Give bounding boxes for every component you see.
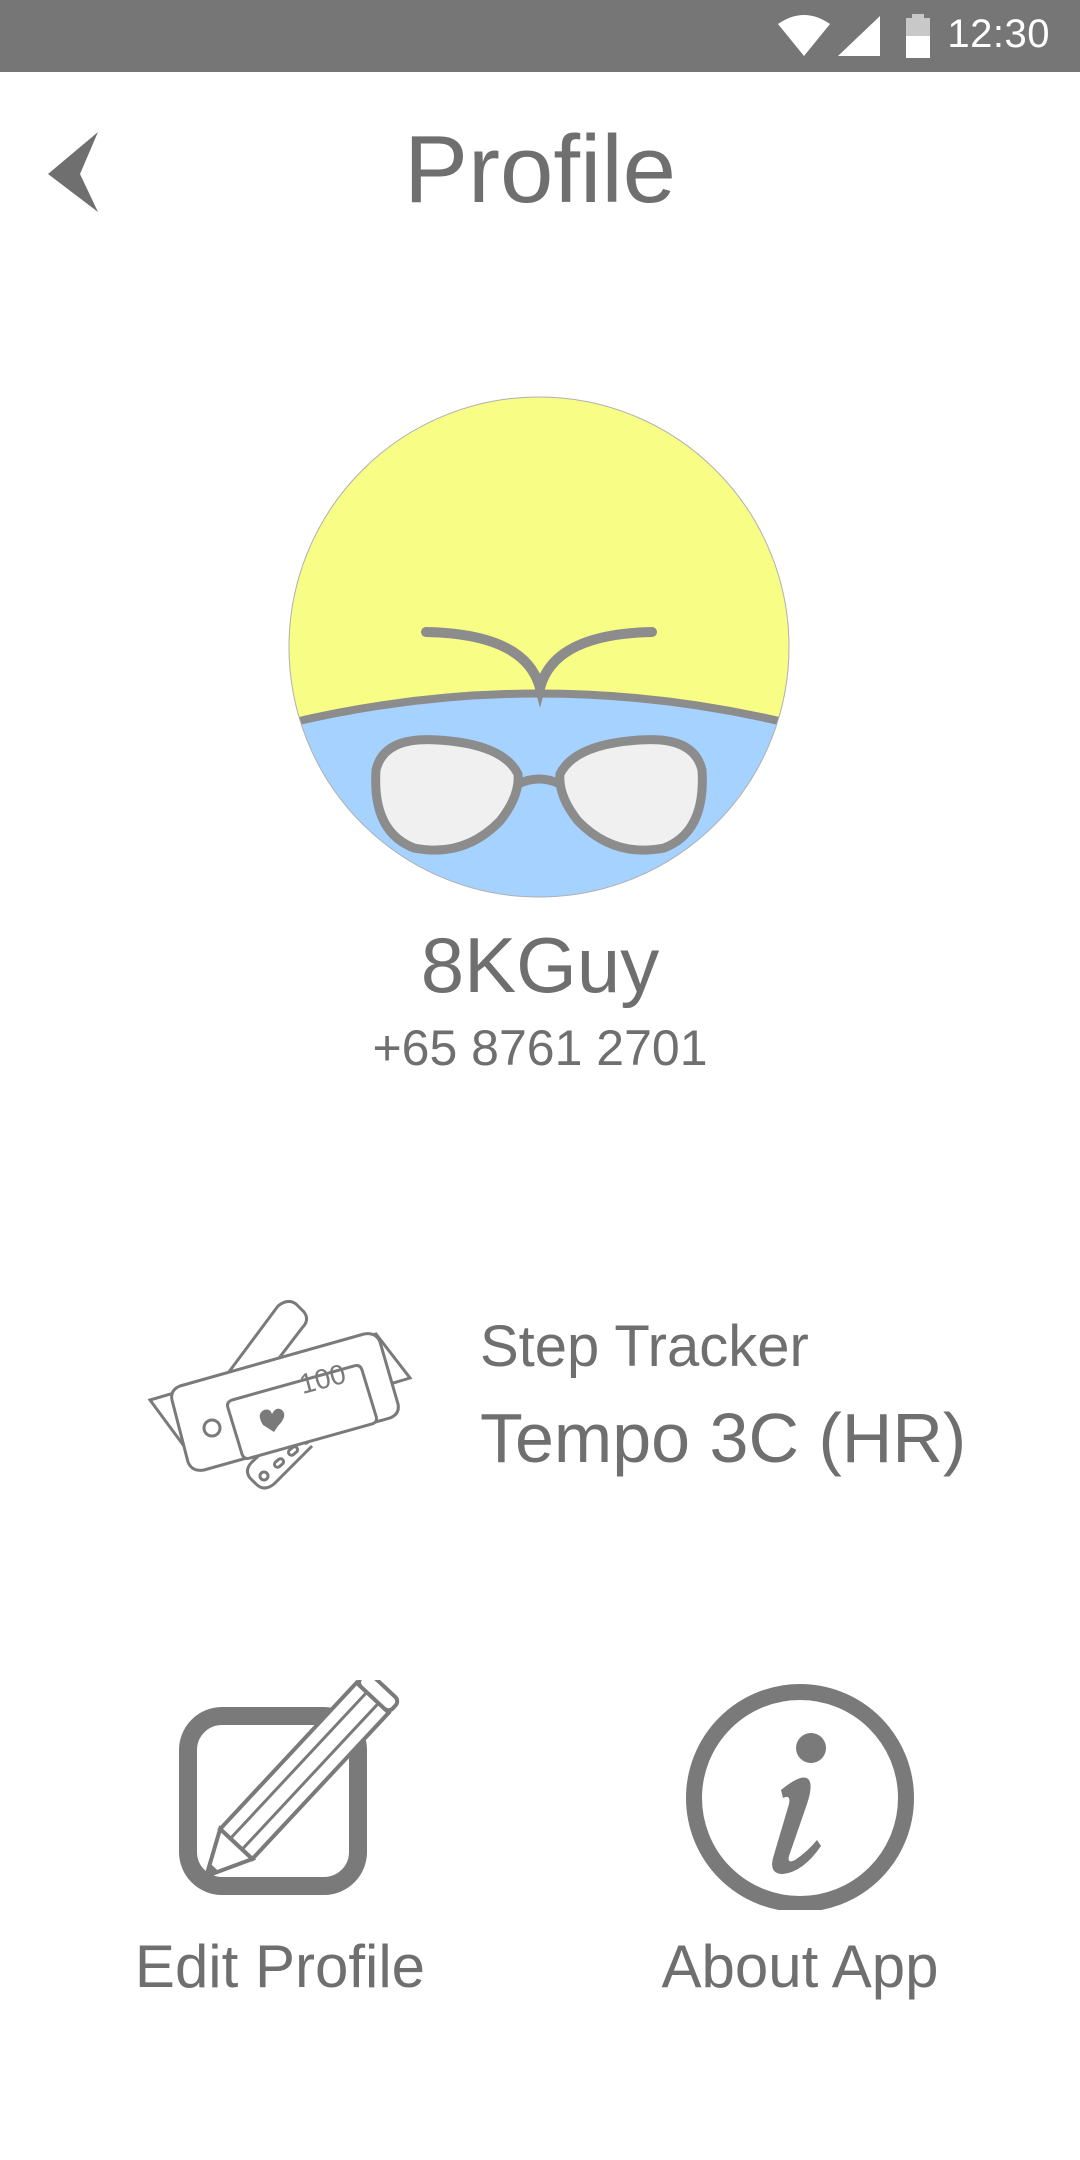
page-title: Profile [403,116,677,223]
tracker-model: Tempo 3C (HR) [480,1399,967,1477]
signal-icon [838,16,880,56]
fitness-tracker-icon: 100 [146,1299,416,1496]
edit-profile-button[interactable]: Edit Profile [70,1680,490,2010]
battery-icon [906,14,930,58]
tracker-label: Step Tracker [480,1314,809,1379]
edit-profile-label: Edit Profile [134,1933,426,2000]
about-app-button[interactable]: About App [590,1680,1010,2010]
info-icon [686,1684,914,1910]
avatar [288,396,790,898]
about-app-label: About App [661,1933,939,2000]
user-name: 8KGuy [420,921,660,1009]
wifi-icon [778,15,830,56]
status-bar: 12:30 [0,0,1080,72]
user-phone: +65 8761 2701 [372,1020,708,1076]
edit-pencil-icon [179,1680,400,1895]
status-time: 12:30 [947,12,1050,56]
